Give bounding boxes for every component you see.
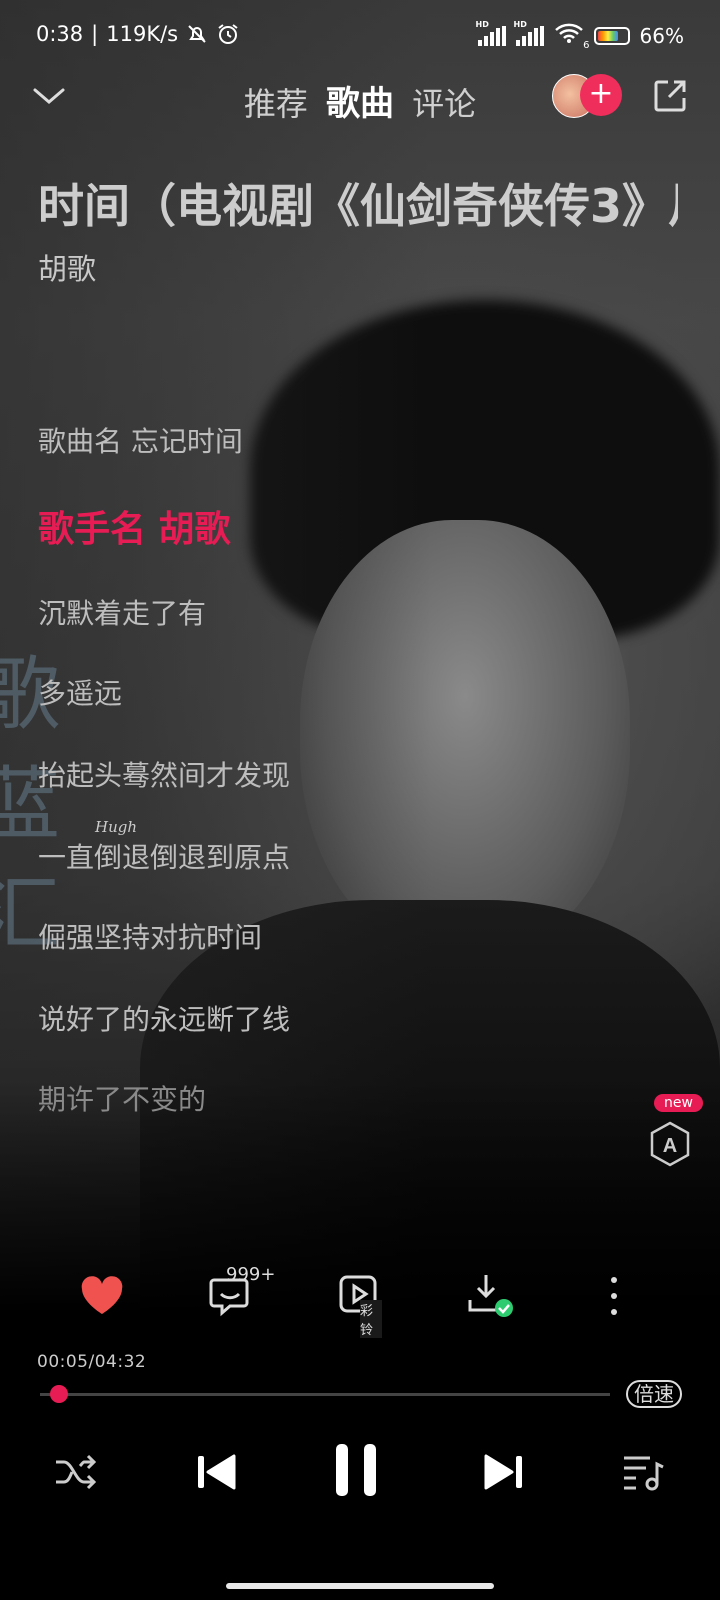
- new-badge: new: [654, 1094, 703, 1112]
- heart-icon[interactable]: [80, 1276, 124, 1316]
- song-title: 时间（电视剧《仙剑奇侠传3》片尾曲）: [38, 179, 678, 233]
- battery-percent: 66%: [639, 23, 684, 48]
- playlist-icon[interactable]: [622, 1452, 666, 1492]
- network-speed: 119K/s: [106, 22, 179, 46]
- ringtone-label: 彩铃: [360, 1300, 382, 1338]
- follow-artist-button[interactable]: +: [552, 74, 626, 118]
- tab-comments[interactable]: 评论: [412, 85, 476, 123]
- current-time: 00:05: [37, 1352, 89, 1372]
- mute-bell-icon: [188, 25, 206, 43]
- lyric-line: 一直倒退倒退到原点: [38, 841, 291, 874]
- progress-knob[interactable]: [50, 1385, 68, 1403]
- signal-icon: HD: [476, 20, 506, 46]
- lyric-line: 倔强坚持对抗时间: [38, 921, 263, 954]
- wifi-icon: 6: [554, 22, 590, 51]
- home-indicator[interactable]: [226, 1583, 494, 1589]
- add-icon: +: [580, 74, 622, 116]
- lyric-line: 说好了的永远断了线: [38, 1003, 291, 1036]
- battery-icon: [593, 26, 630, 45]
- lyric-line: 歌曲名 忘记时间: [38, 425, 243, 458]
- progress-track[interactable]: [40, 1393, 610, 1396]
- status-bar: 0:38 | 119K/s HD HD 6 66%: [36, 19, 684, 52]
- shuffle-icon[interactable]: [54, 1452, 98, 1492]
- download-done-icon[interactable]: [466, 1272, 516, 1318]
- top-bar: 推荐 歌曲 评论 +: [0, 70, 720, 130]
- speed-button[interactable]: 倍速: [626, 1380, 682, 1408]
- signal-icon-2: HD: [514, 20, 544, 46]
- lyric-line: 期许了不变的: [38, 1083, 207, 1116]
- ringtone-button[interactable]: 彩铃: [338, 1274, 382, 1338]
- lyric-line-current: 歌手名 胡歌: [38, 509, 231, 550]
- alarm-icon: [218, 24, 238, 44]
- pause-icon[interactable]: [332, 1440, 380, 1500]
- time-display: 00:05/04:32: [37, 1352, 147, 1372]
- lyric-line: 多遥远: [38, 677, 123, 710]
- comment-count: 999+: [226, 1264, 276, 1285]
- svg-text:A: A: [663, 1135, 677, 1157]
- tab-song[interactable]: 歌曲: [326, 84, 394, 124]
- more-icon[interactable]: [608, 1276, 620, 1316]
- album-signature: Hugh: [95, 818, 138, 836]
- playback-controls: [0, 1440, 720, 1520]
- artist-name[interactable]: 胡歌: [38, 246, 96, 288]
- status-time: 0:38: [36, 22, 84, 46]
- lyric-style-button[interactable]: A: [648, 1120, 692, 1168]
- share-icon[interactable]: [652, 78, 688, 114]
- next-icon[interactable]: [482, 1452, 524, 1492]
- tab-recommend[interactable]: 推荐: [244, 85, 308, 123]
- previous-icon[interactable]: [196, 1452, 238, 1492]
- action-bar: 999+ 彩铃: [0, 1264, 720, 1338]
- total-time: 04:32: [94, 1352, 147, 1372]
- lyric-line: 抬起头蓦然间才发现: [38, 759, 291, 792]
- lyric-line: 沉默着走了有: [38, 597, 207, 630]
